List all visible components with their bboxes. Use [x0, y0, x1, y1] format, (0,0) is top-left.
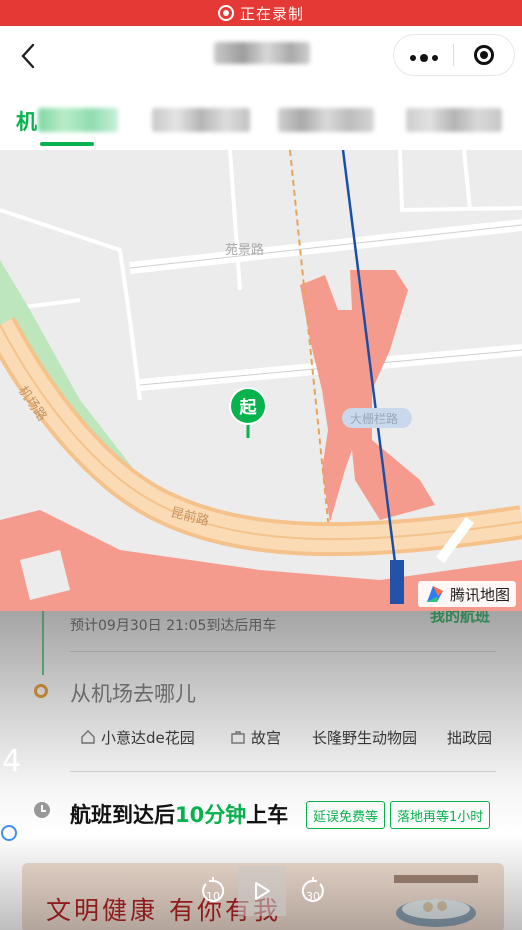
- forward-label: 30: [306, 890, 320, 903]
- chevron-left-icon: [21, 43, 35, 69]
- tab-4-blurred-text: [406, 108, 502, 132]
- destination-chip-home-label: 小意达de花园: [101, 728, 195, 747]
- recording-label: 正在录制: [239, 4, 304, 23]
- active-tab-indicator: [40, 142, 94, 146]
- tab-4[interactable]: [406, 106, 502, 134]
- clock-icon: [34, 802, 50, 818]
- destination-chip-chimelong[interactable]: 长隆野生动物园: [312, 723, 417, 751]
- miniprogram-capsule: [393, 34, 515, 76]
- back-button[interactable]: [20, 42, 44, 72]
- divider-1: [70, 651, 496, 652]
- destination-chip-gugong-label: 故宫: [251, 728, 282, 747]
- destination-input[interactable]: 从机场去哪儿: [70, 678, 196, 708]
- record-icon: [217, 5, 234, 21]
- pickup-prefix: 航班到达后: [70, 803, 175, 827]
- tab-airport[interactable]: 机: [16, 106, 120, 134]
- destination-chip-zhuozhengyuan[interactable]: 拙政园: [447, 723, 492, 751]
- destination-chip-home[interactable]: 小意达de花园: [80, 723, 195, 751]
- play-button[interactable]: [238, 866, 286, 916]
- tab-2-blurred-text: [152, 108, 250, 132]
- my-flight-link[interactable]: 我的航班: [430, 611, 490, 626]
- tab-2[interactable]: [152, 106, 250, 134]
- page-title-blurred: [214, 42, 310, 64]
- more-button[interactable]: [394, 35, 453, 75]
- tab-3-blurred-text: [278, 108, 374, 132]
- banner-bowl-illustration: [394, 875, 478, 927]
- play-icon: [255, 882, 270, 900]
- timeline-line: [42, 611, 44, 675]
- pickup-suffix: 上车: [246, 803, 289, 827]
- road-label-yuanjing: 苑景路: [225, 242, 264, 258]
- tab-3[interactable]: [278, 106, 374, 134]
- navigation-bar: [0, 26, 522, 88]
- video-progress-knob[interactable]: [1, 825, 17, 841]
- destination-chip-zhuozhengyuan-label: 拙政园: [447, 728, 493, 747]
- road-label-dashilan: 大栅栏路: [350, 411, 398, 426]
- pickup-time-text: 航班到达后10分钟上车: [70, 799, 288, 829]
- tab-airport-blurred-text: [38, 108, 118, 132]
- recording-status-bar: 正在录制: [0, 0, 522, 26]
- service-tabs: 机: [0, 88, 522, 150]
- video-progress-track[interactable]: [0, 834, 522, 835]
- overlay-number: 4: [2, 744, 22, 779]
- badge-wait-one-hour: 落地再等1小时: [390, 801, 491, 829]
- destination-chip-gugong[interactable]: 故宫: [230, 723, 281, 751]
- tencent-map-label: 腾讯地图: [449, 585, 510, 604]
- forward-30-button[interactable]: 30: [296, 866, 330, 916]
- badge-delay-free-wait: 延误免费等: [306, 801, 386, 829]
- more-dots-icon: [409, 54, 438, 62]
- tencent-map-icon: [426, 586, 443, 602]
- destination-dot-icon: [34, 684, 48, 698]
- rewind-label: 10: [206, 890, 220, 903]
- start-marker-label: 起: [239, 397, 258, 418]
- tencent-map-logo: 腾讯地图: [417, 581, 516, 607]
- target-close-icon: [473, 45, 494, 65]
- map-canvas: 苑景路 大栅栏路 昆前路 机场路 起: [0, 150, 522, 611]
- tab-airport-label: 机: [16, 110, 37, 134]
- close-miniprogram-button[interactable]: [454, 45, 513, 65]
- arrival-time-text: 预计09月30日 21:05到达后用车: [70, 618, 277, 634]
- pickup-highlight: 10分钟: [175, 803, 247, 827]
- briefcase-icon: [230, 729, 246, 745]
- rewind-10-button[interactable]: 10: [196, 866, 230, 916]
- destination-chip-chimelong-label: 长隆野生动物园: [312, 728, 418, 747]
- map-view[interactable]: 苑景路 大栅栏路 昆前路 机场路 起 腾讯地图: [0, 150, 522, 611]
- divider-2: [70, 771, 496, 772]
- home-icon: [80, 729, 96, 745]
